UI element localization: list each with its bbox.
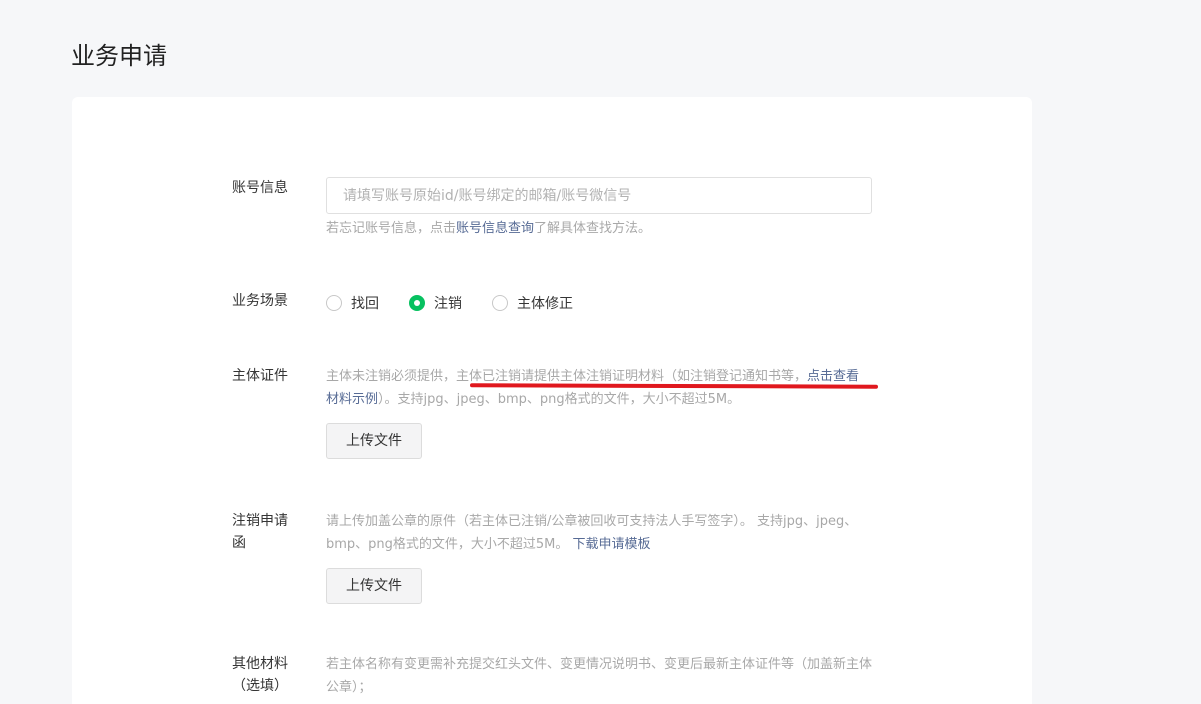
account-hint: 若忘记账号信息，点击账号信息查询了解具体查找方法。 [326,218,872,240]
radio-cancel[interactable]: 注销 [409,293,462,313]
other-field: 若主体名称有变更需补充提交红头文件、变更情况说明书、变更后最新主体证件等（加盖新… [326,653,872,699]
radio-correct[interactable]: 主体修正 [492,293,573,313]
radio-label-recover: 找回 [351,296,379,312]
certificate-desc-part2: 主体已注销请提供主体注销证明材料（如注销登记通知书等， [456,369,808,384]
scenario-label: 业务场景 [232,293,288,309]
page-title: 业务申请 [71,42,167,70]
certificate-upload-button[interactable]: 上传文件 [326,423,422,459]
radio-circle-cancel [409,295,425,311]
scenario-radio-group: 找回 注销 主体修正 [326,292,872,314]
account-lookup-link[interactable]: 账号信息查询 [456,221,534,236]
account-input[interactable] [326,177,872,214]
scenario-field: 找回 注销 主体修正 [326,292,872,314]
cancel-letter-label: 注销申请函 [232,513,288,551]
other-desc: 若主体名称有变更需补充提交红头文件、变更情况说明书、变更后最新主体证件等（加盖新… [326,657,873,695]
account-label: 账号信息 [232,180,288,196]
certificate-field: 主体未注销必须提供，主体已注销请提供主体注销证明材料（如注销登记通知书等，点击查… [326,365,872,459]
account-hint-prefix: 若忘记账号信息，点击 [326,221,457,236]
account-hint-suffix: 了解具体查找方法。 [534,221,652,236]
other-label: 其他材料（选填） [232,656,288,694]
cancel-letter-upload-button[interactable]: 上传文件 [326,568,422,604]
certificate-desc-part1: 主体未注销必须提供， [326,369,457,384]
cancel-letter-desc: 请上传加盖公章的原件（若主体已注销/公章被回收可支持法人手写签字）。 支持jpg… [326,510,872,556]
radio-recover[interactable]: 找回 [326,293,379,313]
radio-label-cancel: 注销 [434,296,462,312]
form-card: 账号信息 若忘记账号信息，点击账号信息查询了解具体查找方法。 业务场景 找回 注… [72,97,1032,704]
download-template-link[interactable]: 下载申请模板 [573,537,651,552]
certificate-desc-part3: ）。支持jpg、jpeg、bmp、png格式的文件，大小不超过5M。 [378,392,741,407]
certificate-label: 主体证件 [232,368,288,384]
radio-circle-recover [326,295,342,311]
cancel-letter-field: 请上传加盖公章的原件（若主体已注销/公章被回收可支持法人手写签字）。 支持jpg… [326,510,872,604]
account-field: 若忘记账号信息，点击账号信息查询了解具体查找方法。 [326,177,872,240]
radio-circle-correct [492,295,508,311]
radio-label-correct: 主体修正 [517,296,573,312]
